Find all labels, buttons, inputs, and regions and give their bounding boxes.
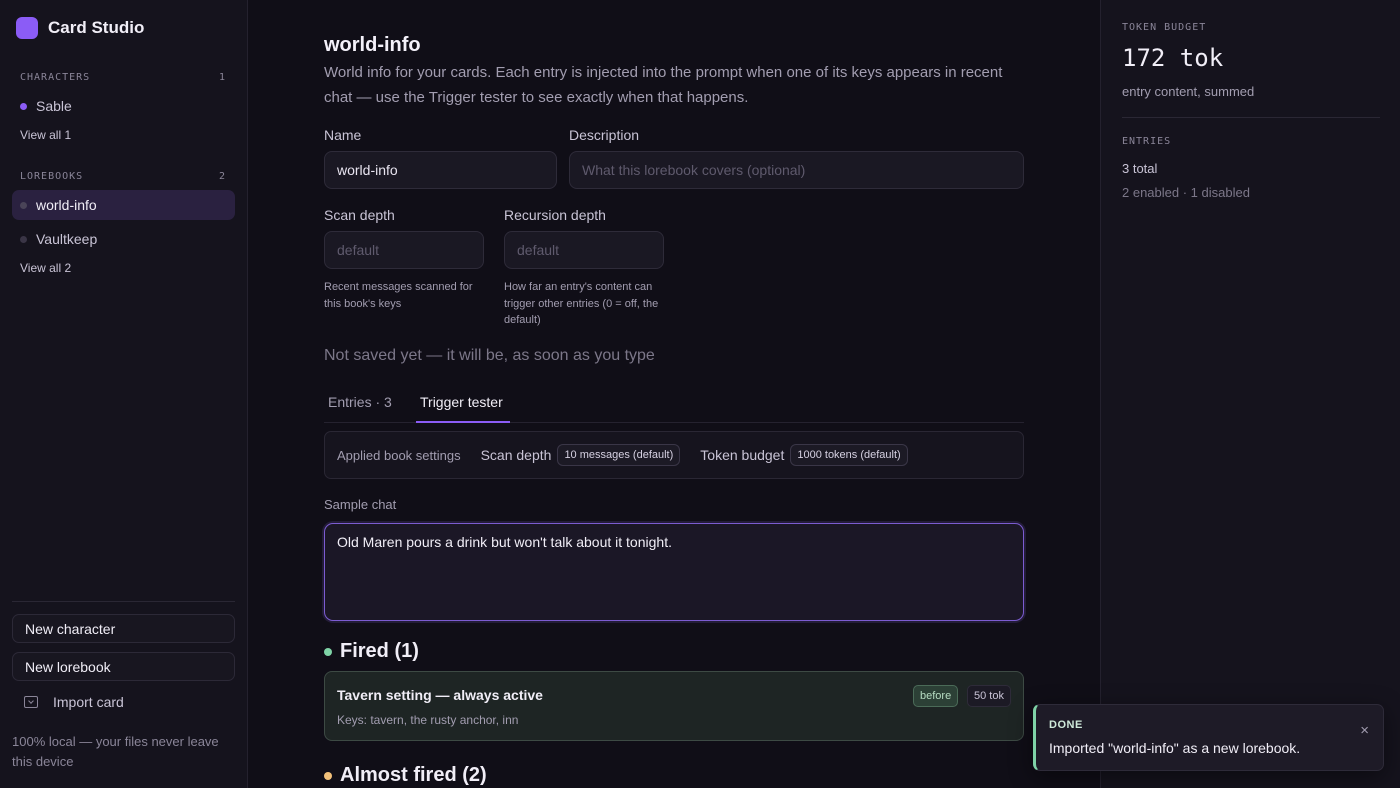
- applied-settings-label: Applied book settings: [337, 447, 461, 463]
- view-all-lorebooks-link[interactable]: View all 2: [20, 261, 71, 275]
- sidebar-item-label: Vaultkeep: [36, 231, 98, 247]
- page-title: world-info: [324, 34, 421, 56]
- brand[interactable]: Card Studio: [16, 17, 144, 39]
- characters-count: 1: [218, 72, 226, 83]
- lorebooks-heading: LOREBOOKS: [20, 171, 84, 182]
- scan-depth-pill: 10 messages (default): [557, 444, 681, 466]
- sidebar-item-label: Sable: [36, 98, 72, 114]
- position-badge: before: [913, 685, 959, 707]
- sidebar-item-vaultkeep[interactable]: Vaultkeep: [12, 224, 235, 254]
- import-icon: [24, 696, 38, 708]
- active-tab-indicator: [416, 421, 510, 423]
- entries-heading: ENTRIES: [1122, 136, 1172, 147]
- toast-notification: DONE Imported "world-info" as a new lore…: [1033, 704, 1384, 771]
- entry-title: Tavern setting — always active: [337, 687, 543, 703]
- scan-depth-key: Scan depth: [480, 447, 552, 463]
- sidebar-item-sable[interactable]: Sable: [12, 91, 235, 121]
- app-logo-icon: [16, 17, 38, 39]
- panel-divider: [1122, 117, 1380, 118]
- toast-heading: DONE: [1049, 719, 1083, 731]
- main-content: world-info World info for your cards. Ea…: [248, 0, 1100, 788]
- sample-chat-textarea[interactable]: Old Maren pours a drink but won't talk a…: [324, 523, 1024, 621]
- name-label: Name: [324, 127, 362, 143]
- almost-fired-heading: Almost fired (2): [324, 764, 487, 787]
- almost-fired-heading-text: Almost fired (2): [340, 764, 487, 786]
- stats-panel: TOKEN BUDGET 172 tok entry content, summ…: [1100, 0, 1400, 788]
- recursion-depth-help: How far an entry's content can trigger o…: [504, 281, 659, 326]
- lorebooks-count: 2: [218, 171, 226, 182]
- token-count-badge: 50 tok: [967, 685, 1011, 707]
- view-all-characters-link[interactable]: View all 1: [20, 128, 71, 142]
- scan-depth-help: Recent messages scanned for this book's …: [324, 281, 473, 310]
- sidebar-divider: [12, 601, 235, 602]
- token-budget-pill: 1000 tokens (default): [790, 444, 908, 466]
- applied-settings-bar: Applied book settings Scan depth 10 mess…: [324, 431, 1024, 479]
- character-dot-icon: [20, 102, 27, 110]
- fired-heading-text: Fired (1): [340, 640, 419, 662]
- scan-depth-label: Scan depth: [324, 207, 395, 223]
- app-name: Card Studio: [48, 18, 145, 37]
- sidebar: Card Studio CHARACTERS 1 Sable View all …: [0, 0, 248, 788]
- new-lorebook-button[interactable]: New lorebook: [12, 652, 235, 681]
- lorebooks-section-header: LOREBOOKS 2: [20, 171, 226, 182]
- token-subtext: entry content, summed: [1122, 84, 1255, 99]
- fired-heading: Fired (1): [324, 640, 419, 663]
- tab-entries[interactable]: Entries · 3: [328, 394, 392, 410]
- sample-chat-label: Sample chat: [324, 497, 397, 512]
- new-character-button[interactable]: New character: [12, 614, 235, 643]
- recursion-depth-input[interactable]: default: [504, 231, 664, 269]
- import-card-label: Import card: [53, 694, 124, 710]
- characters-heading: CHARACTERS: [20, 72, 91, 83]
- import-card-button[interactable]: Import card: [24, 694, 124, 710]
- recursion-depth-label: Recursion depth: [504, 207, 606, 223]
- close-icon[interactable]: ×: [1360, 722, 1369, 739]
- entries-total: 3 total: [1122, 161, 1158, 176]
- lorebook-dot-icon: [20, 201, 27, 209]
- token-budget-heading: TOKEN BUDGET: [1122, 22, 1207, 33]
- save-status: Not saved yet — it will be, as soon as y…: [324, 347, 655, 364]
- almost-fired-dot-icon: [324, 771, 332, 780]
- scan-depth-input[interactable]: default: [324, 231, 484, 269]
- description-label: Description: [569, 127, 640, 143]
- entry-keys: Keys: tavern, the rusty anchor, inn: [337, 713, 519, 727]
- name-input[interactable]: world-info: [324, 151, 557, 189]
- description-input[interactable]: What this lorebook covers (optional): [569, 151, 1024, 189]
- page-description: World info for your cards. Each entry is…: [324, 64, 1003, 106]
- toast-message: Imported "world-info" as a new lorebook.: [1049, 740, 1301, 756]
- fired-entry-card[interactable]: Tavern setting — always active Keys: tav…: [324, 671, 1024, 741]
- sidebar-footer-note: 100% local — your files never leave this…: [12, 734, 219, 769]
- lorebook-dot-icon: [20, 235, 27, 243]
- characters-section-header: CHARACTERS 1: [20, 72, 226, 83]
- entries-breakdown: 2 enabled · 1 disabled: [1122, 185, 1250, 200]
- sidebar-item-label: world-info: [36, 197, 97, 213]
- token-total: 172 tok: [1122, 44, 1224, 72]
- sidebar-item-world-info[interactable]: world-info: [12, 190, 235, 220]
- fired-dot-icon: [324, 647, 332, 656]
- tab-trigger-tester[interactable]: Trigger tester: [420, 394, 503, 410]
- token-budget-key: Token budget: [700, 447, 785, 463]
